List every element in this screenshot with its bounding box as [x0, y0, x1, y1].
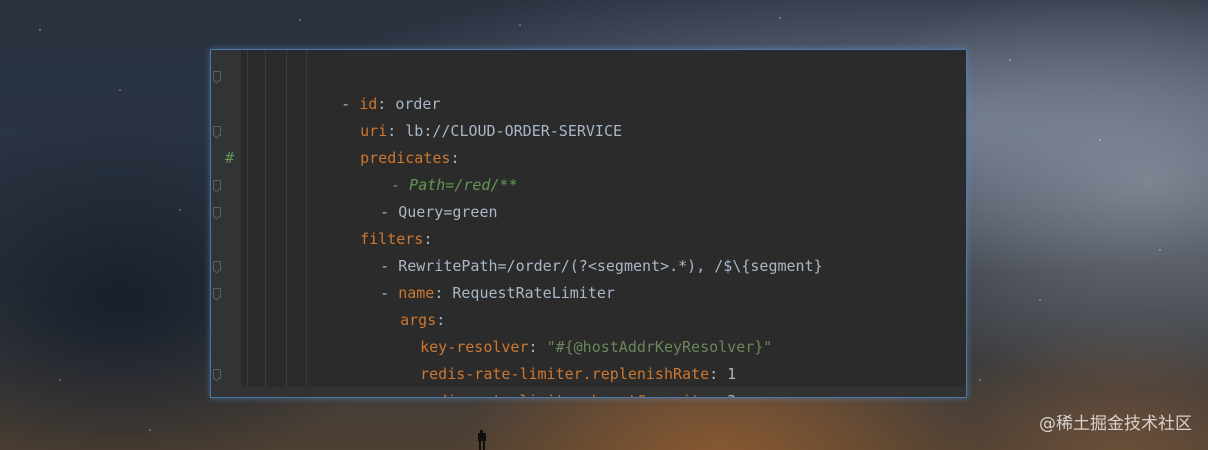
code-line[interactable]: filters: — [324, 199, 432, 248]
fold-marker-icon[interactable] — [213, 126, 221, 136]
indent-guide — [247, 50, 248, 397]
colon: : — [709, 392, 727, 397]
code-line[interactable]: - id: order — [305, 64, 440, 113]
code-line[interactable]: - Path=/red/** — [355, 145, 517, 194]
fold-marker-icon[interactable] — [213, 261, 221, 271]
fold-marker-icon[interactable] — [213, 288, 221, 298]
code-line[interactable]: key-resolver: "#{@hostAddrKeyResolver}" — [384, 307, 772, 356]
fold-marker-icon[interactable] — [213, 71, 221, 81]
fold-marker-icon[interactable] — [213, 180, 221, 190]
code-line[interactable]: uri: lb://CLOUD-ORDER-SERVICE — [324, 91, 622, 140]
code-line[interactable]: predicates: — [324, 118, 459, 167]
code-editor-window[interactable]: - id: order uri: lb://CLOUD-ORDER-SERVIC… — [210, 49, 967, 398]
code-line[interactable]: - Query=green — [344, 172, 497, 221]
code-line[interactable]: args: — [364, 280, 445, 329]
fold-marker-icon[interactable] — [213, 207, 221, 217]
code-line[interactable]: - RewritePath=/order/(?<segment>.*), /$\… — [344, 226, 823, 275]
yaml-key: redis-rate-limiter.burstCapacity — [420, 392, 709, 397]
indent-guide — [265, 50, 266, 397]
comment-marker: # — [225, 149, 235, 167]
code-line[interactable]: redis-rate-limiter.burstCapacity: 3 — [384, 361, 736, 397]
yaml-number-value: 3 — [727, 392, 736, 397]
code-line[interactable]: redis-rate-limiter.replenishRate: 1 — [384, 334, 736, 383]
indent-guide — [286, 50, 287, 397]
person-silhouette — [478, 430, 486, 450]
watermark-text: @稀土掘金技术社区 — [1039, 414, 1192, 434]
editor-gutter — [211, 50, 241, 397]
fold-marker-icon[interactable] — [213, 369, 221, 379]
code-line[interactable]: - name: RequestRateLimiter — [344, 253, 615, 302]
yaml-value: RequestRateLimiter — [452, 284, 615, 302]
